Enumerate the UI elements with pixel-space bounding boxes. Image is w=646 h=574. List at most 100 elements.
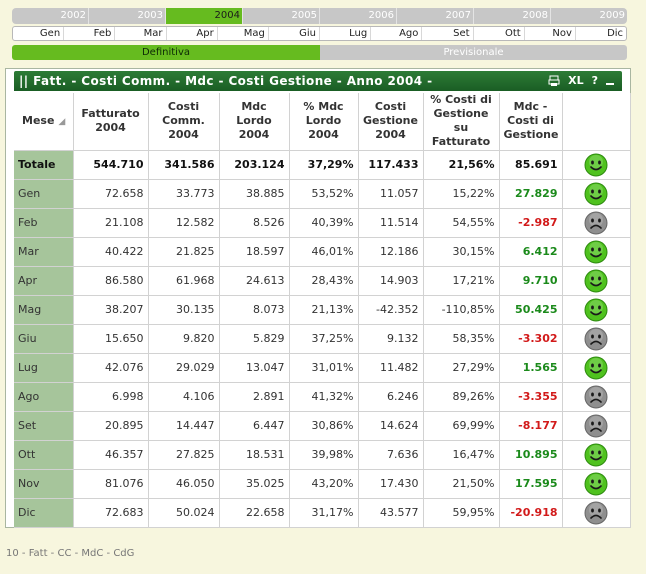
header-row: Mese ◢ Fatturato 2004 Costi Comm. 2004 Mdc L… bbox=[14, 93, 631, 151]
panel-title-bar: || Fatt. - Costi Comm. - Mdc - Costi Ges… bbox=[14, 71, 622, 91]
month-lug[interactable]: Lug bbox=[320, 27, 372, 40]
column-header[interactable]: Mdc - Costi di Gestione bbox=[499, 93, 563, 151]
month-set[interactable]: Set bbox=[422, 27, 474, 40]
value-cell-cg: 14.624 bbox=[358, 411, 424, 441]
column-header[interactable]: Mese ◢ bbox=[14, 93, 74, 151]
happy-face-icon bbox=[562, 150, 631, 180]
value-cell-cc: 46.050 bbox=[148, 469, 220, 499]
month-feb[interactable]: Feb bbox=[64, 27, 116, 40]
value-cell-mdc: 6.447 bbox=[219, 411, 290, 441]
value-cell-pcg: 30,15% bbox=[423, 237, 500, 267]
column-header[interactable]: % Mdc Lordo 2004 bbox=[289, 93, 359, 151]
value-cell-pmdc: 41,32% bbox=[289, 382, 359, 412]
table-row: Set 20.895 14.447 6.447 30,86% 14.624 69,99% -8… bbox=[14, 411, 631, 441]
month-cell[interactable]: Feb bbox=[14, 208, 74, 238]
month-cell[interactable]: Mag bbox=[14, 295, 74, 325]
sad-face-icon bbox=[562, 411, 631, 441]
month-ott[interactable]: Ott bbox=[474, 27, 525, 40]
month-cell[interactable]: Dic bbox=[14, 498, 74, 528]
export-excel-button[interactable]: XL bbox=[568, 71, 584, 91]
toggle-previsionale[interactable]: Previsionale bbox=[320, 45, 627, 60]
table-row: Ago 6.998 4.106 2.891 41,32% 6.246 89,26% -3.35… bbox=[14, 382, 631, 412]
happy-face-icon bbox=[562, 469, 631, 499]
value-cell-cc: 4.106 bbox=[148, 382, 220, 412]
month-cell[interactable]: Ott bbox=[14, 440, 74, 470]
value-cell-pmdc: 31,01% bbox=[289, 353, 359, 383]
value-cell-res: -8.177 bbox=[499, 411, 563, 441]
value-cell-fatt: 20.895 bbox=[73, 411, 149, 441]
year-2007[interactable]: 2007 bbox=[397, 8, 474, 24]
value-cell-cc: 33.773 bbox=[148, 179, 220, 209]
month-nov[interactable]: Nov bbox=[525, 27, 576, 40]
value-cell-res: 27.829 bbox=[499, 179, 563, 209]
table-row: Ott 46.357 27.825 18.531 39,98% 7.636 16,47% 10… bbox=[14, 440, 631, 470]
month-apr[interactable]: Apr bbox=[167, 27, 218, 40]
help-icon[interactable]: ? bbox=[592, 71, 598, 91]
year-2009[interactable]: 2009 bbox=[551, 8, 627, 24]
month-cell[interactable]: Mar bbox=[14, 237, 74, 267]
column-header[interactable]: Mdc Lordo 2004 bbox=[219, 93, 290, 151]
table-row: Dic 72.683 50.024 22.658 31,17% 43.577 59,95% -… bbox=[14, 498, 631, 528]
month-mar[interactable]: Mar bbox=[115, 27, 167, 40]
value-cell-fatt: 46.357 bbox=[73, 440, 149, 470]
value-cell-cc: 27.825 bbox=[148, 440, 220, 470]
value-cell-res: -3.302 bbox=[499, 324, 563, 354]
column-header[interactable]: % Costi di Gestione su Fatturato bbox=[423, 93, 500, 151]
year-2004[interactable]: 2004 bbox=[166, 8, 243, 24]
value-cell-cc: 14.447 bbox=[148, 411, 220, 441]
footer-label: 10 - Fatt - CC - MdC - CdG bbox=[6, 548, 135, 559]
value-cell-mdc: 5.829 bbox=[219, 324, 290, 354]
year-2003[interactable]: 2003 bbox=[89, 8, 166, 24]
value-cell-res: 85.691 bbox=[499, 150, 563, 180]
value-cell-cg: 11.057 bbox=[358, 179, 424, 209]
month-cell[interactable]: Gen bbox=[14, 179, 74, 209]
value-cell-cc: 30.135 bbox=[148, 295, 220, 325]
sad-face-icon bbox=[562, 208, 631, 238]
table-row: Gen 72.658 33.773 38.885 53,52% 11.057 15,22% 2… bbox=[14, 179, 631, 209]
year-2006[interactable]: 2006 bbox=[320, 8, 397, 24]
value-cell-cc: 61.968 bbox=[148, 266, 220, 296]
value-cell-mdc: 2.891 bbox=[219, 382, 290, 412]
year-2005[interactable]: 2005 bbox=[243, 8, 320, 24]
happy-face-icon bbox=[562, 266, 631, 296]
value-cell-res: 10.895 bbox=[499, 440, 563, 470]
value-cell-cg: 11.514 bbox=[358, 208, 424, 238]
month-cell[interactable]: Ago bbox=[14, 382, 74, 412]
month-cell[interactable]: Lug bbox=[14, 353, 74, 383]
toggle-definitiva[interactable]: Definitiva bbox=[12, 45, 320, 60]
month-cell[interactable]: Set bbox=[14, 411, 74, 441]
table-row: Nov 81.076 46.050 35.025 43,20% 17.430 21,50% 1… bbox=[14, 469, 631, 499]
month-dic[interactable]: Dic bbox=[576, 27, 626, 40]
value-cell-res: 9.710 bbox=[499, 266, 563, 296]
month-cell[interactable]: Giu bbox=[14, 324, 74, 354]
column-header[interactable]: Costi Gestione 2004 bbox=[358, 93, 424, 151]
sort-arrow-icon[interactable]: ◢ bbox=[58, 117, 65, 127]
value-cell-res: -3.355 bbox=[499, 382, 563, 412]
value-cell-mdc: 35.025 bbox=[219, 469, 290, 499]
print-icon[interactable] bbox=[548, 75, 560, 87]
value-cell-pcg: 16,47% bbox=[423, 440, 500, 470]
month-ago[interactable]: Ago bbox=[371, 27, 423, 40]
value-cell-cc: 21.825 bbox=[148, 237, 220, 267]
value-cell-fatt: 38.207 bbox=[73, 295, 149, 325]
month-cell[interactable]: Apr bbox=[14, 266, 74, 296]
table-row: Mag 38.207 30.135 8.073 21,13% -42.352 -110,85… bbox=[14, 295, 631, 325]
month-giu[interactable]: Giu bbox=[269, 27, 321, 40]
value-cell-pcg: 21,56% bbox=[423, 150, 500, 180]
year-2002[interactable]: 2002 bbox=[12, 8, 89, 24]
month-cell[interactable]: Nov bbox=[14, 469, 74, 499]
minimize-icon[interactable] bbox=[606, 77, 614, 85]
version-toggle: Definitiva Previsionale bbox=[12, 45, 627, 60]
happy-face-icon bbox=[562, 353, 631, 383]
month-mag[interactable]: Mag bbox=[218, 27, 269, 40]
value-cell-fatt: 42.076 bbox=[73, 353, 149, 383]
value-cell-fatt: 72.683 bbox=[73, 498, 149, 528]
month-gen[interactable]: Gen bbox=[13, 27, 65, 40]
value-cell-cg: 9.132 bbox=[358, 324, 424, 354]
column-header[interactable]: Costi Comm. 2004 bbox=[148, 93, 220, 151]
column-header[interactable]: Fatturato 2004 bbox=[73, 93, 149, 151]
value-cell-fatt: 6.998 bbox=[73, 382, 149, 412]
month-cell[interactable]: Totale bbox=[14, 150, 74, 180]
year-2008[interactable]: 2008 bbox=[474, 8, 551, 24]
value-cell-cg: 11.482 bbox=[358, 353, 424, 383]
